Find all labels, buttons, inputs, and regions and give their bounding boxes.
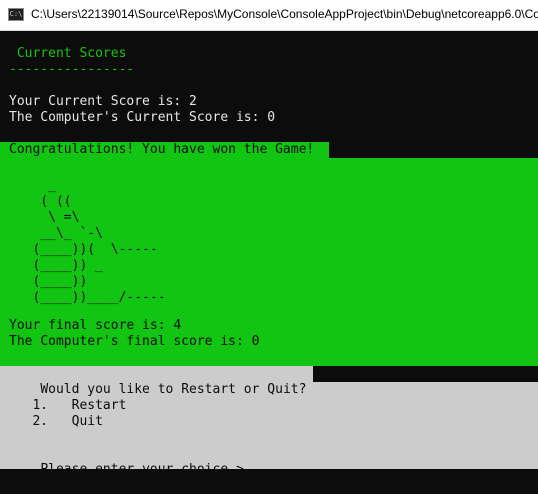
- computer-final-score: The Computer's final score is: 0: [9, 334, 260, 349]
- window-title: C:\Users\22139014\Source\Repos\MyConsole…: [31, 7, 538, 21]
- win-message: Congratulations! You have won the Game!: [0, 142, 330, 158]
- restart-question-row: Would you like to Restart or Quit?: [0, 366, 313, 397]
- player-final-score: Your final score is: 4: [9, 318, 182, 333]
- scores-heading: Current Scores: [9, 46, 127, 61]
- choice-input-prompt[interactable]: Please enter your choice >: [9, 446, 252, 477]
- menu-option-quit[interactable]: 2. Quit: [9, 414, 102, 430]
- console-app-icon: C:\: [8, 8, 24, 21]
- computer-current-score: The Computer's Current Score is: 0: [9, 110, 276, 125]
- player-current-score: Your Current Score is: 2: [9, 94, 197, 109]
- menu-option-restart[interactable]: 1. Restart: [9, 398, 126, 414]
- thumbs-up-ascii-art: _ ( (( \ =\ __\_ `-\ (____))( \----- (__…: [32, 178, 166, 305]
- window-title-bar[interactable]: C:\ C:\Users\22139014\Source\Repos\MyCon…: [0, 0, 538, 31]
- scores-heading-underline: ----------------: [9, 62, 135, 77]
- restart-question: Would you like to Restart or Quit?: [40, 382, 307, 397]
- choice-prompt-text: Please enter your choice >: [40, 462, 252, 477]
